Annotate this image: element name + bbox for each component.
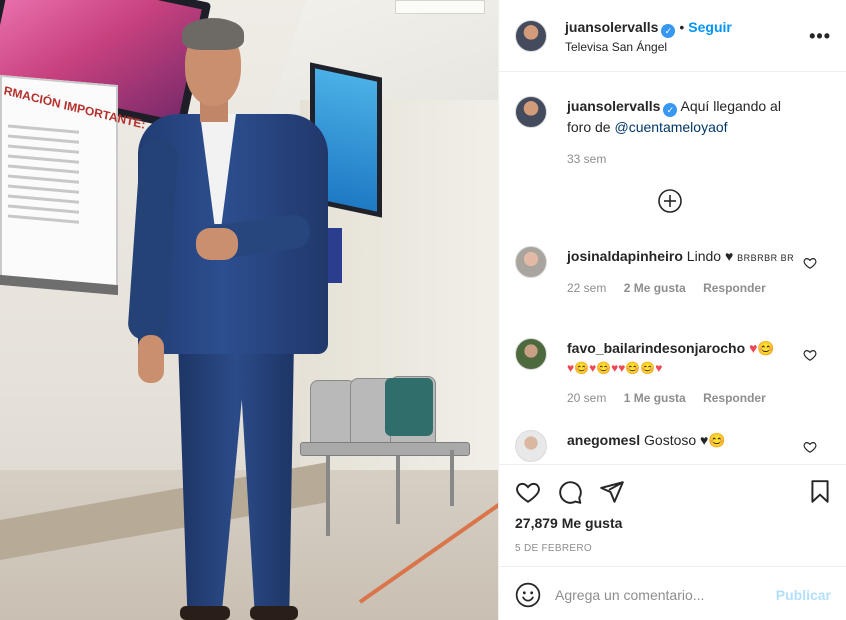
comment-text: Lindo ♥ — [686, 248, 734, 264]
reply-button[interactable]: Responder — [703, 281, 766, 295]
post-side-panel: juansolervalls ✓ • Seguir Televisa San Ánge… — [498, 0, 846, 620]
share-icon[interactable] — [599, 479, 625, 505]
comment-text: Gostoso ♥😊 — [644, 432, 726, 448]
heart-icon[interactable] — [803, 440, 817, 454]
author-block: juansolervalls ✓ • Seguir Televisa San Ánge… — [565, 18, 732, 56]
comment-icon[interactable] — [557, 479, 583, 505]
post-location[interactable]: Televisa San Ángel — [565, 38, 732, 56]
commenter-avatar[interactable] — [515, 338, 547, 370]
verified-icon: ✓ — [663, 103, 678, 117]
comment-body: josinaldapinheiro Lindo ♥ BRBRBR BR 22 s… — [567, 246, 803, 298]
comment-meta: 22 sem 2 Me gusta Responder — [567, 278, 803, 298]
comment-body: anegomesl Gostoso ♥😊 — [567, 430, 803, 450]
comment-meta: 20 sem 1 Me gusta Responder — [567, 388, 803, 408]
comment-body: favo_bailarindesonjarocho ♥😊 ♥😊♥😊♥♥😊😊♥ 2… — [567, 338, 803, 408]
comment-text-line2: ♥😊♥😊♥♥😊😊♥ — [567, 361, 663, 375]
comment-text: ♥😊 — [749, 340, 775, 356]
comment-username[interactable]: anegomesl — [567, 432, 640, 448]
heart-icon[interactable] — [515, 479, 541, 505]
comment-username[interactable]: favo_bailarindesonjarocho — [567, 340, 745, 356]
emoji-icon[interactable] — [515, 582, 541, 608]
post-actions: 27,879 Me gusta 5 DE FEBRERO — [499, 464, 846, 574]
post-photo[interactable]: RMACIÓN IMPORTANTE: — [0, 0, 498, 620]
likes-count[interactable]: 27,879 Me gusta — [515, 515, 622, 531]
ceiling-light — [395, 0, 485, 14]
comment-likes[interactable]: 1 Me gusta — [624, 391, 686, 405]
caption-mention[interactable]: @cuentameloyaof — [614, 119, 727, 135]
caption-time: 33 sem — [567, 152, 607, 166]
comment-time: 20 sem — [567, 391, 607, 405]
man-in-suit — [127, 10, 340, 620]
commenter-avatar[interactable] — [515, 246, 547, 278]
notice-lines — [8, 118, 110, 234]
heart-icon[interactable] — [803, 256, 817, 270]
comment-input[interactable] — [555, 582, 765, 608]
separator-dot: • — [679, 19, 685, 35]
bag — [385, 378, 433, 436]
notice-board: RMACIÓN IMPORTANTE: — [0, 74, 146, 296]
post-date[interactable]: 5 DE FEBRERO — [515, 543, 592, 554]
publish-button[interactable]: Publicar — [776, 587, 831, 603]
author-avatar[interactable] — [515, 96, 547, 128]
comment-username[interactable]: josinaldapinheiro — [567, 248, 683, 264]
comment-time: 22 sem — [567, 281, 607, 295]
caption-username[interactable]: juansolervalls — [567, 98, 660, 114]
heart-icon[interactable] — [803, 348, 817, 362]
post-header: juansolervalls ✓ • Seguir Televisa San Ánge… — [499, 0, 846, 72]
author-avatar[interactable] — [515, 20, 547, 52]
reply-button[interactable]: Responder — [703, 391, 766, 405]
plus-circle-icon[interactable] — [657, 188, 683, 214]
comment-likes[interactable]: 2 Me gusta — [624, 281, 686, 295]
commenter-avatar[interactable] — [515, 430, 547, 462]
verified-icon: ✓ — [661, 24, 676, 38]
author-username[interactable]: juansolervalls — [565, 19, 658, 35]
comments-list: juansolervalls ✓ Aquí llegando al foro de… — [499, 72, 846, 464]
more-icon[interactable]: ••• — [809, 26, 831, 47]
bookmark-icon[interactable] — [807, 479, 833, 505]
comment-text-small: BRBRBR BR — [737, 253, 795, 263]
add-comment-bar: Publicar — [499, 566, 846, 620]
follow-button[interactable]: Seguir — [688, 19, 732, 35]
caption-body: juansolervalls ✓ Aquí llegando al foro de… — [567, 96, 803, 169]
